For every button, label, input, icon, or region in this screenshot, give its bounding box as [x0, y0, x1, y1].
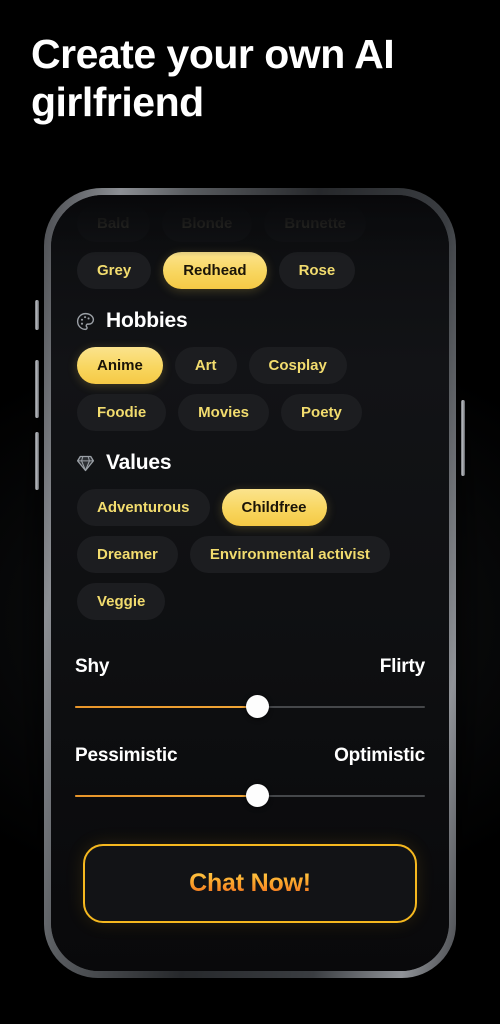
slider-block-pessimistic-optimistic: Pessimistic Optimistic [75, 719, 425, 808]
value-chip-adventurous[interactable]: Adventurous [77, 489, 210, 526]
hobby-chip-anime[interactable]: Anime [77, 347, 163, 384]
promo-screenshot: Create your own AI girlfriend Bald Blonde… [0, 0, 500, 1024]
phone-mockup-frame: Bald Blonde Brunette Grey Redhead Rose H… [35, 188, 465, 978]
slider-right-label-pessimistic-optimistic: Optimistic [334, 745, 425, 766]
hair-color-chip-rose[interactable]: Rose [278, 252, 356, 289]
volume-up-button[interactable] [35, 360, 39, 418]
slider-thumb-pessimistic-optimistic[interactable] [245, 784, 269, 807]
personality-sliders: Shy Flirty Pessimistic Optimistic [69, 630, 431, 808]
hobby-chip-movies[interactable]: Movies [178, 394, 270, 431]
slider-fill-pessimistic-optimistic [75, 795, 257, 797]
hobby-chip-cosplay[interactable]: Cosplay [248, 347, 347, 384]
hobby-chip-art[interactable]: Art [174, 347, 237, 384]
slider-left-label-shy-flirty: Shy [75, 656, 110, 677]
character-builder-form: Bald Blonde Brunette Grey Redhead Rose H… [51, 195, 449, 971]
hobbies-section-header: Hobbies [75, 309, 431, 333]
hair-color-faded-row: Bald Blonde Brunette [69, 205, 431, 242]
hobby-chip-foodie[interactable]: Foodie [77, 394, 167, 431]
slider-left-label-pessimistic-optimistic: Pessimistic [75, 745, 178, 766]
diamond-icon [75, 453, 96, 474]
value-chip-environmental-activist[interactable]: Environmental activist [189, 536, 390, 573]
slider-fill-shy-flirty [75, 706, 257, 708]
chat-now-button[interactable]: Chat Now! [83, 844, 417, 923]
hair-color-chip-brunette: Brunette [264, 205, 367, 242]
value-chip-childfree[interactable]: Childfree [221, 489, 327, 526]
palette-icon [75, 311, 96, 332]
hair-color-chip-redhead[interactable]: Redhead [163, 252, 267, 289]
value-chip-veggie[interactable]: Veggie [77, 583, 166, 620]
slider-thumb-shy-flirty[interactable] [245, 695, 269, 718]
hair-color-chip-grey[interactable]: Grey [77, 252, 152, 289]
slider-right-label-shy-flirty: Flirty [379, 656, 425, 677]
phone-body: Bald Blonde Brunette Grey Redhead Rose H… [51, 195, 449, 971]
slider-labels-shy-flirty: Shy Flirty [75, 656, 425, 678]
values-chip-group[interactable]: Adventurous Childfree Dreamer Environmental… [69, 489, 431, 620]
values-title: Values [106, 451, 172, 474]
slider-labels-pessimistic-optimistic: Pessimistic Optimistic [75, 745, 425, 767]
value-chip-dreamer[interactable]: Dreamer [77, 536, 178, 573]
slider-track-pessimistic-optimistic[interactable] [75, 784, 425, 808]
page-title: Create your own AI girlfriend [31, 31, 395, 126]
phone-screen: Bald Blonde Brunette Grey Redhead Rose H… [51, 195, 449, 971]
slider-track-shy-flirty[interactable] [75, 695, 425, 719]
cta-container: Chat Now! [83, 844, 417, 923]
hobbies-title: Hobbies [106, 309, 188, 332]
hobby-chip-poety[interactable]: Poety [281, 394, 362, 431]
values-section-header: Values [75, 451, 431, 475]
volume-down-button[interactable] [35, 432, 39, 490]
hair-color-chip-bald: Bald [77, 205, 150, 242]
hair-color-row[interactable]: Grey Redhead Rose [69, 252, 431, 289]
hobbies-chip-group[interactable]: Anime Art Cosplay Foodie Movies Poety [69, 347, 431, 431]
hair-color-chip-blonde: Blonde [161, 205, 253, 242]
chat-now-label: Chat Now! [189, 869, 311, 897]
slider-block-shy-flirty: Shy Flirty [75, 630, 425, 719]
silent-switch[interactable] [35, 300, 39, 330]
power-button[interactable] [461, 400, 465, 476]
